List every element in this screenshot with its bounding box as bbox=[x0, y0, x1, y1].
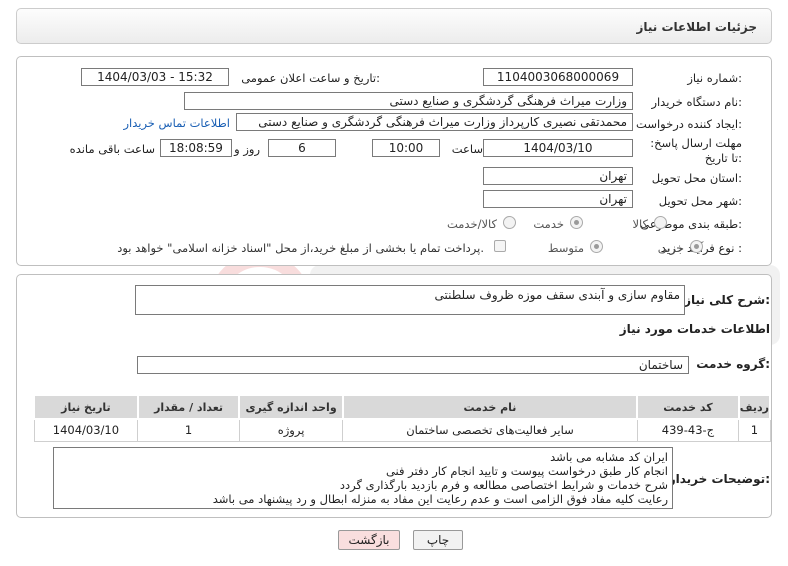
deadline-time-field: 10:00 bbox=[372, 139, 440, 157]
announce-field: 1404/03/03 - 15:32 bbox=[81, 68, 229, 86]
need-number-field: 1104003068000069 bbox=[483, 68, 633, 86]
page-title: جزئیات اطلاعات نیاز bbox=[636, 20, 757, 34]
city-label: شهر محل تحویل: bbox=[658, 194, 742, 208]
creator-field: محمدتقی نصیری کارپرداز وزارت میراث فرهنگ… bbox=[236, 113, 633, 131]
province-label: استان محل تحویل: bbox=[651, 171, 742, 185]
purchase-radio-medium[interactable] bbox=[590, 240, 603, 253]
category-radio-service[interactable] bbox=[570, 216, 583, 229]
services-table: ردیف کد خدمت نام خدمت واحد اندازه گیری ت… bbox=[33, 394, 772, 442]
creator-label: ایجاد کننده درخواست: bbox=[636, 117, 742, 131]
col-service-name: نام خدمت bbox=[341, 394, 639, 420]
need-number-label: شماره نیاز: bbox=[687, 71, 742, 85]
purchase-option-minor: جزیی bbox=[657, 241, 684, 255]
note-line: شرح خدمات و شرایط اختصاصی مطالعه و فرم ب… bbox=[339, 478, 668, 492]
cell-service-name: سایر فعالیت‌های تخصصی ساختمان bbox=[342, 418, 638, 442]
cell-row-number: 1 bbox=[738, 418, 771, 442]
cell-unit: پروژه bbox=[238, 418, 344, 442]
treasury-payment-checkbox[interactable] bbox=[494, 240, 506, 252]
cell-quantity: 1 bbox=[137, 418, 240, 442]
deadline-label: مهلت ارسال پاسخ: تا تاریخ: bbox=[650, 136, 742, 165]
back-button[interactable]: بازگشت bbox=[338, 530, 400, 550]
page-header: جزئیات اطلاعات نیاز bbox=[16, 8, 772, 44]
col-quantity: تعداد / مقدار bbox=[136, 394, 241, 420]
col-unit: واحد اندازه گیری bbox=[238, 394, 344, 420]
purchase-radio-minor[interactable] bbox=[690, 240, 703, 253]
note-line: ایران کد مشابه می باشد bbox=[550, 450, 668, 464]
table-row: 1 ج-43-439 سایر فعالیت‌های تخصصی ساختمان… bbox=[33, 418, 771, 442]
days-label: روز و bbox=[234, 142, 260, 156]
category-option-goods: کالا bbox=[632, 217, 648, 231]
time-label: ساعت bbox=[451, 142, 483, 156]
col-service-code: کد خدمت bbox=[636, 394, 740, 420]
cell-service-code: ج-43-439 bbox=[636, 418, 740, 442]
city-field: تهران bbox=[483, 190, 633, 208]
treasury-payment-note: پرداخت تمام یا بخشی از مبلغ خرید،از محل … bbox=[117, 241, 484, 255]
buyer-notes-label: توضیحات خریدار: bbox=[668, 472, 770, 486]
remaining-time-field: 18:08:59 bbox=[160, 139, 232, 157]
remaining-label: ساعت باقی مانده bbox=[69, 142, 155, 156]
summary-field: مقاوم سازی و آبندی سقف موزه ظروف سلطنتی bbox=[135, 285, 685, 315]
category-radio-goods-service[interactable] bbox=[503, 216, 516, 229]
service-group-field: ساختمان bbox=[137, 356, 689, 374]
contact-buyer-link[interactable]: اطلاعات تماس خریدار bbox=[123, 116, 230, 130]
buyer-notes-field: ایران کد مشابه می باشد انجام کار طبق درخ… bbox=[53, 447, 673, 509]
print-button[interactable]: چاپ bbox=[413, 530, 463, 550]
announce-label: تاریخ و ساعت اعلان عمومی: bbox=[241, 71, 380, 85]
note-line: انجام کار طبق درخواست پیوست و تایید انجا… bbox=[385, 464, 668, 478]
purchase-option-medium: متوسط bbox=[547, 241, 584, 255]
summary-label: شرح کلی نیاز: bbox=[684, 293, 770, 307]
province-field: تهران bbox=[483, 167, 633, 185]
category-option-goods-service: کالا/خدمت bbox=[446, 217, 497, 231]
category-option-service: خدمت bbox=[533, 217, 564, 231]
col-need-date: تاریخ نیاز bbox=[33, 394, 139, 420]
table-header-row: ردیف کد خدمت نام خدمت واحد اندازه گیری ت… bbox=[33, 394, 772, 420]
cell-need-date: 1404/03/10 bbox=[33, 418, 139, 442]
service-group-label: گروه خدمت: bbox=[696, 357, 770, 371]
note-line: رعایت کلیه مفاد فوق الزامی است و عدم رعا… bbox=[212, 492, 668, 506]
buyer-org-label: نام دستگاه خریدار: bbox=[651, 95, 742, 109]
days-field: 6 bbox=[268, 139, 336, 157]
buyer-org-field: وزارت میراث فرهنگی گردشگری و صنایع دستی bbox=[184, 92, 633, 110]
category-radio-goods[interactable] bbox=[654, 216, 667, 229]
deadline-date-field: 1404/03/10 bbox=[483, 139, 633, 157]
col-row-number: ردیف bbox=[737, 394, 772, 420]
services-title: اطلاعات خدمات مورد نیاز bbox=[619, 322, 770, 336]
